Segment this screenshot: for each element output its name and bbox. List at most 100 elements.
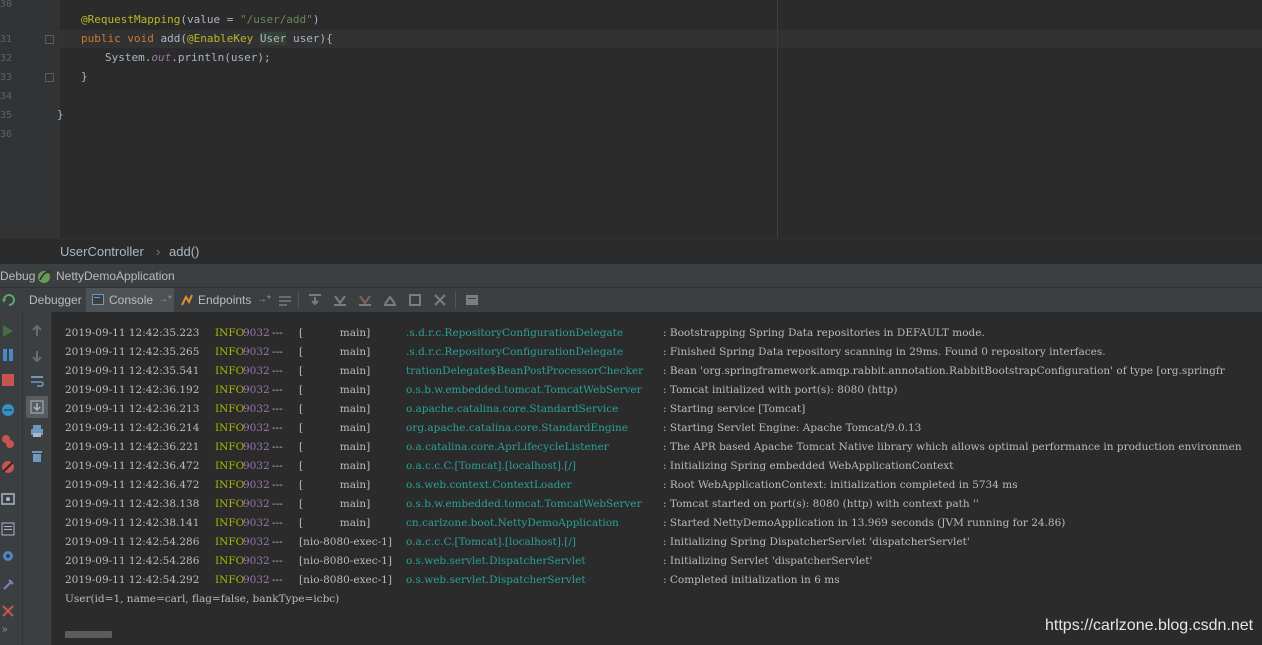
run-to-cursor-icon[interactable] xyxy=(433,293,447,307)
log-pid: 9032 xyxy=(243,327,270,339)
log-logger[interactable]: o.apache.catalina.core.StandardService xyxy=(406,403,618,415)
log-sep: --- xyxy=(272,346,283,358)
log-msg: : Root WebApplicationContext: initializa… xyxy=(663,479,1018,491)
debug-label: Debug xyxy=(0,269,36,283)
log-logger[interactable]: .s.d.r.c.RepositoryConfigurationDelegate xyxy=(406,327,623,339)
log-ts: 2019-09-11 12:42:36.221 xyxy=(65,441,200,453)
log-msg: : The APR based Apache Tomcat Native lib… xyxy=(663,441,1242,453)
pause-icon[interactable] xyxy=(1,348,15,362)
step-into-icon[interactable] xyxy=(333,293,347,307)
breadcrumb-class[interactable]: UserController xyxy=(60,244,144,259)
fold-marker-icon[interactable] xyxy=(45,73,54,82)
close-icon[interactable] xyxy=(1,604,15,618)
breadcrumb-method[interactable]: add() xyxy=(169,244,199,259)
log-msg: : Initializing Spring embedded WebApplic… xyxy=(663,460,954,472)
log-ts: 2019-09-11 12:42:38.141 xyxy=(65,517,200,529)
rerun-icon[interactable] xyxy=(2,293,16,307)
code-line-35: } xyxy=(57,108,64,121)
code-line-31: public void add(@EnableKey User user){ xyxy=(81,32,333,45)
log-ts: 2019-09-11 12:42:36.192 xyxy=(65,384,200,396)
tab-console[interactable]: Console →* xyxy=(86,288,174,312)
view-breakpoints-icon[interactable] xyxy=(1,403,15,417)
clear-all-icon[interactable] xyxy=(30,449,44,463)
show-execution-point-icon[interactable] xyxy=(278,293,292,307)
tab-endpoints[interactable]: Endpoints →* xyxy=(176,288,271,312)
log-ts: 2019-09-11 12:42:35.541 xyxy=(65,365,200,377)
fold-marker-icon[interactable] xyxy=(45,35,54,44)
pin-tab-icon[interactable]: →* xyxy=(257,288,271,312)
log-logger[interactable]: o.s.b.w.embedded.tomcat.TomcatWebServer xyxy=(406,498,642,510)
log-logger[interactable]: o.s.web.servlet.DispatcherServlet xyxy=(406,555,586,567)
line-number: 36 xyxy=(0,129,13,140)
soft-wrap-icon[interactable] xyxy=(30,374,44,388)
log-pid: 9032 xyxy=(243,346,270,358)
log-logger[interactable]: o.s.web.context.ContextLoader xyxy=(406,479,572,491)
more-actions-icon[interactable]: » xyxy=(2,624,8,635)
breakpoints-group-icon[interactable] xyxy=(1,434,15,448)
watermark: https://carlzone.blog.csdn.net xyxy=(1045,617,1254,634)
scroll-down-icon[interactable] xyxy=(30,349,44,363)
tab-debugger[interactable]: Debugger xyxy=(23,288,85,312)
print-icon[interactable] xyxy=(30,424,44,438)
log-logger[interactable]: o.a.c.c.C.[Tomcat].[localhost].[/] xyxy=(406,536,576,548)
log-logger[interactable]: o.a.catalina.core.AprLifecycleListener xyxy=(406,441,609,453)
log-sep: --- xyxy=(272,441,283,453)
log-pid: 9032 xyxy=(243,498,270,510)
console-actions-strip xyxy=(23,312,52,645)
drop-frame-icon[interactable] xyxy=(408,293,422,307)
program-output-line: User(id=1, name=carl, flag=false, bankTy… xyxy=(65,593,340,605)
log-level: INFO xyxy=(215,479,245,491)
log-logger[interactable]: o.s.web.servlet.DispatcherServlet xyxy=(406,574,586,586)
log-sep: --- xyxy=(272,536,283,548)
pin-tab-icon[interactable]: →* xyxy=(158,288,172,312)
log-msg: : Initializing Spring DispatcherServlet … xyxy=(663,536,970,548)
log-logger[interactable]: o.s.b.w.embedded.tomcat.TomcatWebServer xyxy=(406,384,642,396)
mute-breakpoints-icon[interactable] xyxy=(1,460,15,474)
log-msg: : Bean 'org.springframework.amqp.rabbit.… xyxy=(663,365,1225,377)
log-logger[interactable]: trationDelegate$BeanPostProcessorChecker xyxy=(406,365,643,377)
log-logger[interactable]: cn.carlzone.boot.NettyDemoApplication xyxy=(406,517,619,529)
line-number: 30 xyxy=(0,0,13,10)
log-thread: [ main] xyxy=(299,441,371,453)
step-over-icon[interactable] xyxy=(308,293,322,307)
horizontal-scrollbar-thumb[interactable] xyxy=(65,631,112,638)
console-output[interactable]: 2019-09-11 12:42:35.223 INFO 9032 ---[ main… xyxy=(52,312,1262,645)
log-thread: [ main] xyxy=(299,517,371,529)
debug-actions-strip: » xyxy=(0,312,23,645)
stop-icon[interactable] xyxy=(1,373,15,387)
pin-window-icon[interactable] xyxy=(1,578,15,592)
log-pid: 9032 xyxy=(243,441,270,453)
scroll-up-icon[interactable] xyxy=(30,324,44,338)
log-pid: 9032 xyxy=(243,574,270,586)
log-msg: : Finished Spring Data repository scanni… xyxy=(663,346,1106,358)
log-ts: 2019-09-11 12:42:35.223 xyxy=(65,327,200,339)
log-sep: --- xyxy=(272,460,283,472)
log-sep: --- xyxy=(272,327,283,339)
step-out-icon[interactable] xyxy=(383,293,397,307)
scroll-to-end-toggle[interactable] xyxy=(26,396,48,418)
log-level: INFO xyxy=(215,498,245,510)
get-thread-dump-icon[interactable] xyxy=(1,492,15,506)
force-step-into-icon[interactable] xyxy=(358,293,372,307)
log-pid: 9032 xyxy=(243,479,270,491)
log-ts: 2019-09-11 12:42:38.138 xyxy=(65,498,200,510)
log-msg: : Starting Servlet Engine: Apache Tomcat… xyxy=(663,422,922,434)
restore-layout-icon[interactable] xyxy=(1,522,15,536)
code-line-30: @RequestMapping(value = "/user/add") xyxy=(81,13,320,26)
spring-leaf-icon xyxy=(38,271,51,283)
log-level: INFO xyxy=(215,327,245,339)
log-thread: [ main] xyxy=(299,403,371,415)
log-logger[interactable]: o.a.c.c.C.[Tomcat].[localhost].[/] xyxy=(406,460,576,472)
log-logger[interactable]: .s.d.r.c.RepositoryConfigurationDelegate xyxy=(406,346,623,358)
log-logger[interactable]: org.apache.catalina.core.StandardEngine xyxy=(406,422,628,434)
debug-tool-window-header: Debug NettyDemoApplication xyxy=(0,263,1262,288)
run-config-tab[interactable]: NettyDemoApplication xyxy=(56,269,175,283)
settings-gear-icon[interactable] xyxy=(1,549,15,563)
log-level: INFO xyxy=(215,574,245,586)
code-editor[interactable]: 30 31 32 33 34 35 36 @RequestMapping(val… xyxy=(0,0,1262,238)
log-sep: --- xyxy=(272,574,283,586)
log-thread: [ main] xyxy=(299,422,371,434)
console-icon xyxy=(92,294,104,305)
rerun-debug-icon[interactable] xyxy=(1,324,15,338)
evaluate-expression-icon[interactable] xyxy=(465,293,479,307)
